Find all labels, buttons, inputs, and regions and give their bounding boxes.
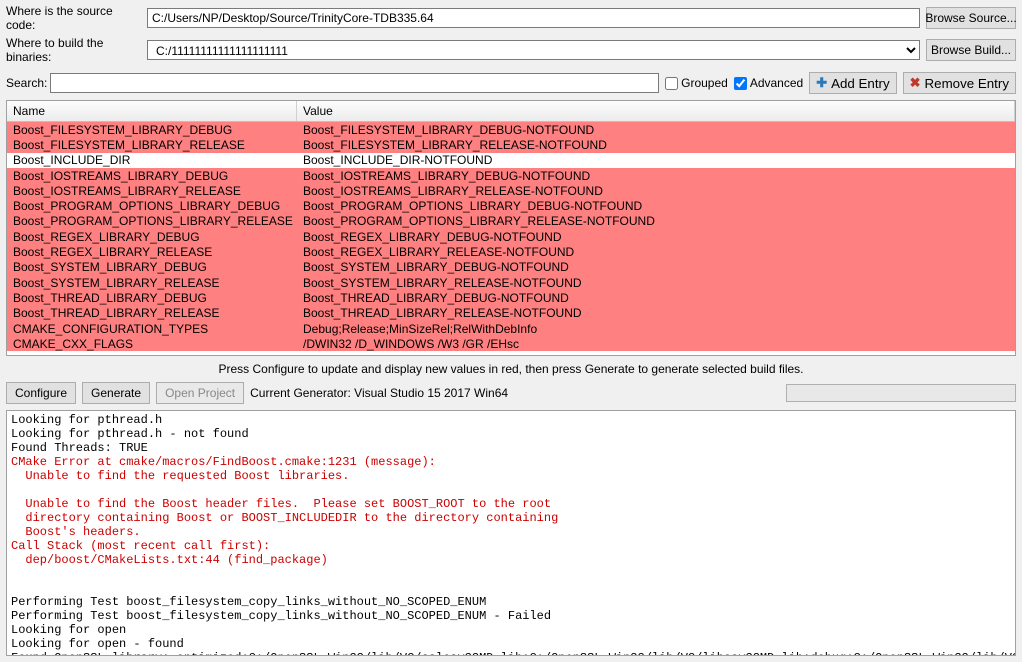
add-entry-label: Add Entry [831,76,890,91]
search-input[interactable] [50,73,659,93]
output-console[interactable]: Looking for pthread.h Looking for pthrea… [6,410,1016,656]
console-line: Looking for pthread.h - not found [11,427,249,441]
cell-name[interactable]: Boost_FILESYSTEM_LIBRARY_DEBUG [7,123,297,137]
build-combo[interactable]: C:/11111111111111111111 [147,40,920,60]
console-line: Unable to find the Boost header files. P… [11,497,551,511]
cell-name[interactable]: Boost_SYSTEM_LIBRARY_RELEASE [7,276,297,290]
cell-name[interactable]: Boost_IOSTREAMS_LIBRARY_DEBUG [7,169,297,183]
x-icon: ✖ [910,75,921,91]
build-label: Where to build the binaries: [6,36,141,64]
cell-value[interactable]: Boost_FILESYSTEM_LIBRARY_DEBUG-NOTFOUND [297,123,1015,137]
cell-name[interactable]: Boost_THREAD_LIBRARY_DEBUG [7,291,297,305]
header-value[interactable]: Value [297,101,1015,121]
open-project-button[interactable]: Open Project [156,382,244,404]
table-row[interactable]: CMAKE_CXX_FLAGS/DWIN32 /D_WINDOWS /W3 /G… [7,336,1015,351]
table-row[interactable]: Boost_THREAD_LIBRARY_RELEASEBoost_THREAD… [7,306,1015,321]
table-row[interactable]: Boost_PROGRAM_OPTIONS_LIBRARY_DEBUGBoost… [7,198,1015,213]
console-line: Found Threads: TRUE [11,441,148,455]
cell-name[interactable]: Boost_PROGRAM_OPTIONS_LIBRARY_DEBUG [7,199,297,213]
console-line: Looking for pthread.h [11,413,162,427]
console-line: Found OpenSSL library: optimized;C:/Open… [11,651,1016,656]
table-row[interactable]: Boost_INCLUDE_DIRBoost_INCLUDE_DIR-NOTFO… [7,153,1015,168]
source-input[interactable] [147,8,920,28]
cell-value[interactable]: Boost_PROGRAM_OPTIONS_LIBRARY_RELEASE-NO… [297,214,1015,228]
generate-button[interactable]: Generate [82,382,150,404]
console-line: Call Stack (most recent call first): [11,539,270,553]
grouped-checkbox[interactable]: Grouped [665,76,728,90]
cell-value[interactable]: Boost_THREAD_LIBRARY_DEBUG-NOTFOUND [297,291,1015,305]
console-line: Looking for open - found [11,637,184,651]
table-row[interactable]: Boost_PROGRAM_OPTIONS_LIBRARY_RELEASEBoo… [7,214,1015,229]
cell-name[interactable]: Boost_REGEX_LIBRARY_RELEASE [7,245,297,259]
cell-value[interactable]: Boost_SYSTEM_LIBRARY_RELEASE-NOTFOUND [297,276,1015,290]
browse-build-button[interactable]: Browse Build... [926,39,1016,61]
cell-value[interactable]: Boost_IOSTREAMS_LIBRARY_DEBUG-NOTFOUND [297,169,1015,183]
cell-value[interactable]: Boost_REGEX_LIBRARY_RELEASE-NOTFOUND [297,245,1015,259]
cell-value[interactable]: Boost_INCLUDE_DIR-NOTFOUND [297,153,1015,167]
add-entry-button[interactable]: ✚ Add Entry [809,72,896,94]
cell-value[interactable]: Debug;Release;MinSizeRel;RelWithDebInfo [297,322,1015,336]
grouped-checkbox-label: Grouped [681,76,728,90]
table-row[interactable]: Boost_FILESYSTEM_LIBRARY_DEBUGBoost_FILE… [7,122,1015,137]
table-row[interactable]: Boost_SYSTEM_LIBRARY_RELEASEBoost_SYSTEM… [7,275,1015,290]
progress-bar [786,384,1016,402]
table-row[interactable]: Boost_THREAD_LIBRARY_DEBUGBoost_THREAD_L… [7,290,1015,305]
console-line: Performing Test boost_filesystem_copy_li… [11,609,551,623]
remove-entry-label: Remove Entry [925,76,1009,91]
console-line: Looking for open [11,623,126,637]
search-label: Search: [6,76,44,90]
console-line: Boost's headers. [11,525,141,539]
cell-value[interactable]: Boost_REGEX_LIBRARY_DEBUG-NOTFOUND [297,230,1015,244]
cell-name[interactable]: Boost_PROGRAM_OPTIONS_LIBRARY_RELEASE [7,214,297,228]
console-line: Performing Test boost_filesystem_copy_li… [11,595,486,609]
browse-source-button[interactable]: Browse Source... [926,7,1016,29]
cell-name[interactable]: Boost_THREAD_LIBRARY_RELEASE [7,306,297,320]
table-row[interactable]: Boost_REGEX_LIBRARY_DEBUGBoost_REGEX_LIB… [7,229,1015,244]
console-line: directory containing Boost or BOOST_INCL… [11,511,558,525]
table-row[interactable]: Boost_IOSTREAMS_LIBRARY_RELEASEBoost_IOS… [7,183,1015,198]
table-row[interactable]: Boost_FILESYSTEM_LIBRARY_RELEASEBoost_FI… [7,137,1015,152]
cell-name[interactable]: Boost_INCLUDE_DIR [7,153,297,167]
current-generator-label: Current Generator: Visual Studio 15 2017… [250,386,508,400]
table-row[interactable]: Boost_REGEX_LIBRARY_RELEASEBoost_REGEX_L… [7,244,1015,259]
advanced-checkbox-input[interactable] [734,77,747,90]
cell-value[interactable]: Boost_PROGRAM_OPTIONS_LIBRARY_DEBUG-NOTF… [297,199,1015,213]
cell-name[interactable]: Boost_SYSTEM_LIBRARY_DEBUG [7,260,297,274]
cell-name[interactable]: CMAKE_CONFIGURATION_TYPES [7,322,297,336]
cell-value[interactable]: Boost_SYSTEM_LIBRARY_DEBUG-NOTFOUND [297,260,1015,274]
table-row[interactable]: Boost_IOSTREAMS_LIBRARY_DEBUGBoost_IOSTR… [7,168,1015,183]
cell-name[interactable]: Boost_FILESYSTEM_LIBRARY_RELEASE [7,138,297,152]
grouped-checkbox-input[interactable] [665,77,678,90]
cell-value[interactable]: Boost_FILESYSTEM_LIBRARY_RELEASE-NOTFOUN… [297,138,1015,152]
cell-value[interactable]: Boost_IOSTREAMS_LIBRARY_RELEASE-NOTFOUND [297,184,1015,198]
table-row[interactable]: CMAKE_CONFIGURATION_TYPESDebug;Release;M… [7,321,1015,336]
console-line: Unable to find the requested Boost libra… [11,469,349,483]
console-line: dep/boost/CMakeLists.txt:44 (find_packag… [11,553,328,567]
table-row[interactable]: Boost_SYSTEM_LIBRARY_DEBUGBoost_SYSTEM_L… [7,260,1015,275]
cell-name[interactable]: Boost_REGEX_LIBRARY_DEBUG [7,230,297,244]
advanced-checkbox[interactable]: Advanced [734,76,803,90]
header-name[interactable]: Name [7,101,297,121]
cache-table[interactable]: Name Value Boost_FILESYSTEM_LIBRARY_DEBU… [6,100,1016,356]
remove-entry-button[interactable]: ✖ Remove Entry [903,72,1016,94]
table-body[interactable]: Boost_FILESYSTEM_LIBRARY_DEBUGBoost_FILE… [7,122,1015,355]
cell-name[interactable]: Boost_IOSTREAMS_LIBRARY_RELEASE [7,184,297,198]
advanced-checkbox-label: Advanced [750,76,803,90]
table-header: Name Value [7,101,1015,122]
cell-value[interactable]: /DWIN32 /D_WINDOWS /W3 /GR /EHsc [297,337,1015,351]
source-label: Where is the source code: [6,4,141,32]
configure-button[interactable]: Configure [6,382,76,404]
cell-name[interactable]: CMAKE_CXX_FLAGS [7,337,297,351]
hint-text: Press Configure to update and display ne… [0,356,1022,382]
console-line: CMake Error at cmake/macros/FindBoost.cm… [11,455,436,469]
plus-icon: ✚ [816,75,827,91]
cell-value[interactable]: Boost_THREAD_LIBRARY_RELEASE-NOTFOUND [297,306,1015,320]
